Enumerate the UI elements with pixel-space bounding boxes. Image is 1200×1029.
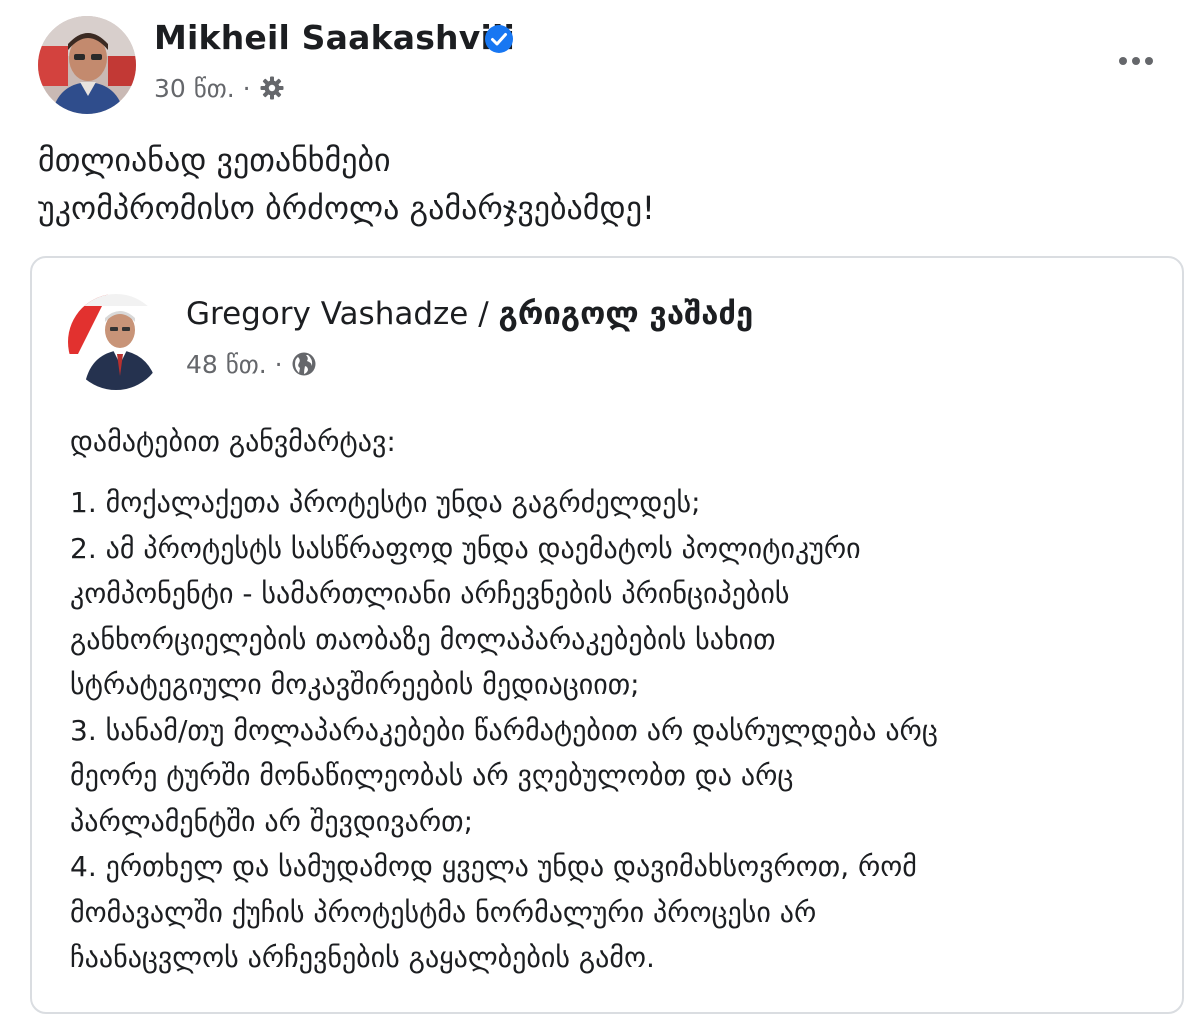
shared-post-line: მეორე ტურში მონაწილეობას არ ვღებულობთ და… [70, 759, 794, 792]
author-name[interactable]: Mikheil Saakashvili [154, 18, 515, 57]
meta-separator: · [274, 349, 283, 379]
shared-post-line: 1. მოქალაქეთა პროტესტი უნდა გაგრძელდეს; [70, 486, 701, 519]
shared-post-line: მომავალში ქუჩის პროტესტმა ნორმალური პროც… [70, 895, 817, 929]
shared-post-line: განხორციელების თაობაზე მოლაპარაკებების ს… [70, 622, 776, 656]
shared-post-line: პარლამენტში არ შევდივართ; [70, 804, 474, 838]
shared-post-list: 1. მოქალაქეთა პროტესტი უნდა გაგრძელდეს; … [70, 480, 1160, 981]
shared-post-line: 3. სანამ/თუ მოლაპარაკებები წარმატებით არ… [70, 713, 938, 747]
post-text-line: უკომპრომისო ბრძოლა გამარჯვებამდე! [38, 189, 655, 227]
shared-author-name[interactable]: Gregory Vashadze / გრიგოლ ვაშაძე [186, 296, 753, 332]
shared-post-intro: დამატებით განვმარტავ: [70, 425, 396, 458]
verified-badge-icon [484, 24, 514, 54]
shared-post-body: დამატებით განვმარტავ: 1. მოქალაქეთა პროტ… [70, 422, 1160, 981]
author-avatar[interactable] [38, 16, 136, 114]
post-timestamp[interactable]: 30 წთ. [154, 74, 235, 103]
shared-post-line: კომპონენტი - სამართლიანი არჩევნების პრინ… [70, 577, 790, 610]
shared-post-line: 4. ერთხელ და სამუდამოდ ყველა უნდა დავიმა… [70, 850, 917, 883]
post-meta: 30 წთ. · [154, 72, 285, 104]
gear-icon [259, 75, 285, 101]
more-options-button[interactable] [1112, 46, 1160, 76]
shared-author-name-latin: Gregory Vashadze / [186, 296, 489, 332]
shared-post-timestamp[interactable]: 48 წთ. [186, 350, 267, 379]
globe-icon [291, 351, 317, 377]
shared-post-line: სტრატეგიული მოკავშირეების მედიაციით; [70, 668, 640, 701]
post-text: მთლიანად ვეთანხმები უკომპრომისო ბრძოლა გ… [38, 136, 1158, 232]
shared-author-name-georgian: გრიგოლ ვაშაძე [498, 296, 754, 332]
shared-post-meta: 48 წთ. · [186, 348, 317, 380]
more-options-icon [1119, 57, 1127, 65]
shared-post-line: ჩაანაცვლოს არჩევნების გაყალბების გამო. [70, 941, 655, 974]
post-header: Mikheil Saakashvili 30 წთ. · [38, 16, 1168, 116]
shared-post-header: Gregory Vashadze / გრიგოლ ვაშაძე 48 წთ. … [68, 294, 1128, 394]
meta-separator: · [242, 73, 251, 103]
shared-author-avatar[interactable] [68, 294, 164, 390]
shared-post-card[interactable]: Gregory Vashadze / გრიგოლ ვაშაძე 48 წთ. … [30, 256, 1184, 1014]
shared-post-line: 2. ამ პროტესტს სასწრაფოდ უნდა დაემატოს პ… [70, 531, 861, 565]
post-text-line: მთლიანად ვეთანხმები [38, 141, 391, 179]
